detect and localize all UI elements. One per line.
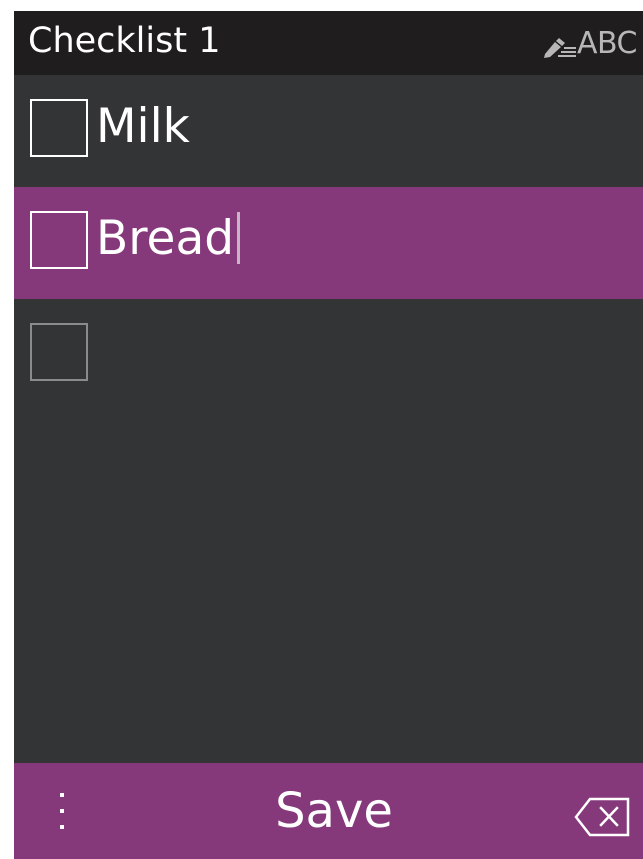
checkbox-empty[interactable] bbox=[30, 323, 88, 381]
checklist-item-milk[interactable]: Milk bbox=[14, 75, 643, 187]
checklist-list: Milk Bread bbox=[14, 75, 643, 411]
softkey-bar: Save bbox=[14, 763, 643, 859]
checklist-item-label: Bread bbox=[96, 211, 235, 266]
checkbox-bread[interactable] bbox=[30, 211, 88, 269]
checklist-item-empty[interactable] bbox=[14, 299, 643, 411]
vertical-ellipsis-icon bbox=[60, 793, 64, 829]
checkbox-milk[interactable] bbox=[30, 99, 88, 157]
options-menu-button[interactable] bbox=[42, 787, 82, 835]
header-bar: Checklist 1 ABC bbox=[14, 11, 643, 75]
save-button[interactable]: Save bbox=[234, 781, 434, 841]
checklist-item-bread[interactable]: Bread bbox=[14, 187, 643, 299]
checklist-screen: Checklist 1 ABC Milk Bread Save bbox=[14, 11, 643, 859]
checklist-item-editor[interactable]: Bread bbox=[96, 209, 241, 269]
pen-lines-icon bbox=[543, 38, 576, 58]
backspace-icon bbox=[574, 797, 630, 837]
page-title: Checklist 1 bbox=[28, 21, 221, 61]
backspace-button[interactable] bbox=[574, 795, 632, 839]
input-mode-indicator: ABC bbox=[541, 26, 638, 61]
text-caret bbox=[237, 211, 241, 264]
input-mode-label: ABC bbox=[576, 26, 638, 61]
checklist-item-label[interactable]: Milk bbox=[96, 97, 190, 157]
